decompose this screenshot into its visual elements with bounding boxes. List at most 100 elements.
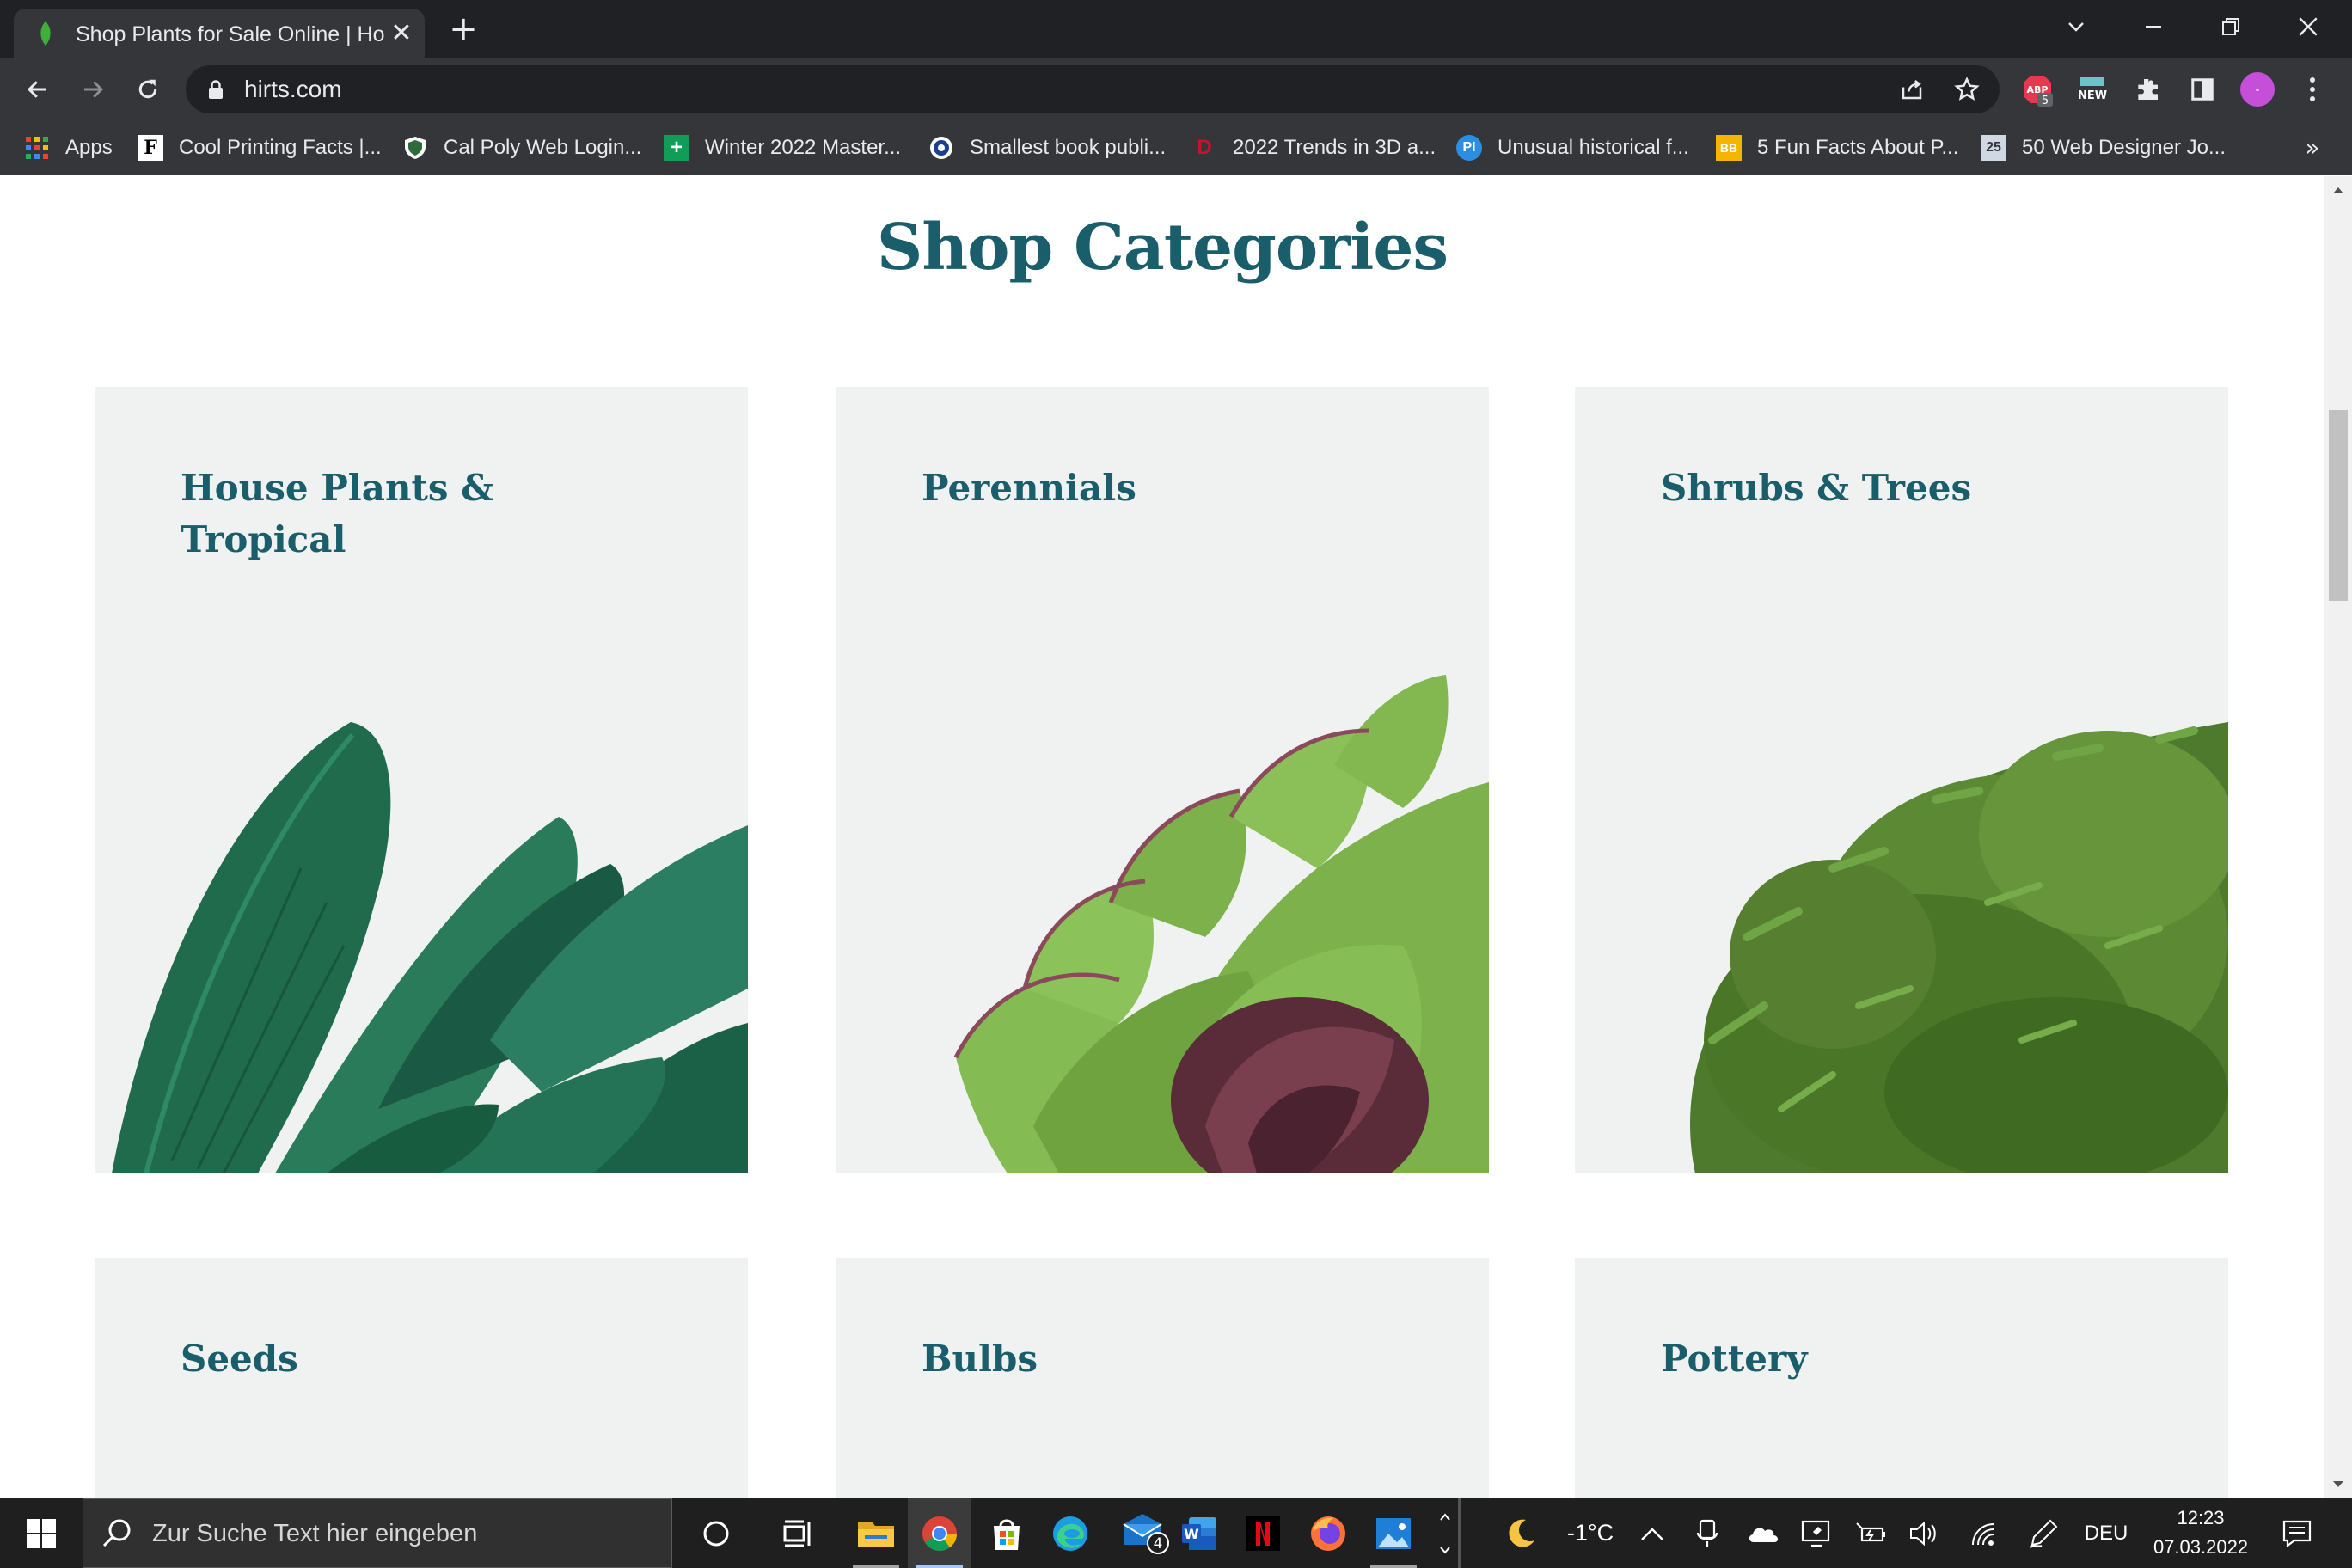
bookmark-winter-2022[interactable]: + Winter 2022 Master... — [664, 129, 901, 167]
new-extension-label: NEW — [2078, 89, 2107, 102]
bookmark-unusual-historical[interactable]: PI Unusual historical f... — [1456, 129, 1689, 167]
weather-temperature[interactable]: -1°C — [1547, 1498, 1633, 1568]
browser-toolbar: hirts.com ABP 5 NEW - — [0, 58, 2352, 120]
category-card-seeds[interactable]: Seeds — [95, 1258, 748, 1498]
windows-taskbar: Zur Suche Text hier eingeben 4 W -1°C DE… — [0, 1498, 2352, 1568]
address-bar[interactable]: hirts.com — [186, 65, 2000, 113]
bookmark-label: Smallest book publi... — [970, 136, 1167, 159]
back-arrow-icon[interactable] — [19, 70, 57, 108]
page-viewport: Shop Categories House Plants & Tropical — [0, 176, 2324, 1498]
profile-avatar-label: - — [2255, 83, 2259, 97]
bb-icon: BB — [1716, 135, 1742, 161]
word-icon[interactable]: W — [1167, 1498, 1231, 1568]
edge-icon[interactable] — [1038, 1498, 1102, 1568]
tab-close-icon[interactable]: ✕ — [385, 17, 418, 50]
search-placeholder: Zur Suche Text hier eingeben — [152, 1520, 478, 1547]
25-icon: 25 — [1981, 135, 2006, 161]
taskbar-divider — [1458, 1498, 1461, 1568]
taskbar-search-box[interactable]: Zur Suche Text hier eingeben — [83, 1498, 672, 1568]
scroll-down-icon[interactable] — [2324, 1471, 2352, 1498]
task-view-icon[interactable] — [765, 1498, 829, 1568]
cortana-icon[interactable] — [684, 1498, 748, 1568]
pen-workspace-icon[interactable] — [2025, 1498, 2061, 1568]
category-title[interactable]: Seeds — [181, 1333, 559, 1385]
taskbar-clock[interactable]: 12:23 07.03.2022 — [2141, 1504, 2261, 1564]
guinness-icon — [928, 135, 954, 161]
category-card-pottery[interactable]: Pottery — [1575, 1258, 2228, 1498]
category-title[interactable]: Shrubs & Trees — [1661, 462, 2039, 514]
tab-search-icon[interactable] — [2037, 0, 2115, 53]
sheets-icon: + — [664, 135, 689, 161]
adblock-extension-icon[interactable]: ABP 5 — [2018, 70, 2056, 108]
category-title[interactable]: Pottery — [1661, 1333, 2039, 1385]
bookmark-label: Winter 2022 Master... — [705, 136, 902, 159]
bookmarks-bar: Apps F Cool Printing Facts |... Cal Poly… — [0, 120, 2352, 175]
profile-avatar[interactable]: - — [2239, 70, 2276, 108]
tab-title: Shop Plants for Sale Online | House Plan… — [76, 22, 385, 46]
new-extension-icon[interactable]: NEW — [2073, 70, 2111, 108]
scrollbar-thumb[interactable] — [2329, 410, 2348, 601]
close-window-icon[interactable] — [2269, 0, 2347, 53]
volume-icon[interactable] — [1907, 1498, 1943, 1568]
photos-icon[interactable] — [1362, 1498, 1425, 1568]
show-hidden-icons-icon[interactable] — [1637, 1498, 1668, 1568]
lock-icon[interactable] — [206, 79, 225, 100]
file-explorer-icon[interactable] — [844, 1498, 908, 1568]
bookmark-label: Apps — [65, 136, 113, 159]
category-title[interactable]: Bulbs — [922, 1333, 1300, 1385]
bookmark-label: Unusual historical f... — [1498, 136, 1689, 159]
pi-icon: PI — [1456, 135, 1482, 161]
category-card-perennials[interactable]: Perennials — [836, 387, 1489, 1173]
bookmark-label: Cal Poly Web Login... — [444, 136, 642, 159]
side-panel-icon[interactable] — [2184, 70, 2221, 108]
share-icon[interactable] — [1896, 74, 1927, 105]
network-icon[interactable] — [1967, 1498, 2003, 1568]
new-tab-button[interactable]: + — [442, 10, 485, 50]
bookmark-2022-trends[interactable]: D 2022 Trends in 3D a... — [1191, 129, 1436, 167]
battery-icon[interactable] — [1853, 1498, 1890, 1568]
category-title[interactable]: Perennials — [922, 462, 1300, 514]
page-scrollbar[interactable] — [2324, 176, 2352, 1498]
firefox-icon[interactable] — [1296, 1498, 1360, 1568]
taskbar-scroll-icon[interactable] — [1430, 1498, 1460, 1568]
restore-icon[interactable] — [2192, 0, 2269, 53]
page-heading: Shop Categories — [876, 211, 1449, 285]
onedrive-icon[interactable] — [1745, 1498, 1781, 1568]
minimize-icon[interactable] — [2115, 0, 2192, 53]
browser-titlebar: Shop Plants for Sale Online | House Plan… — [0, 0, 2352, 58]
bookmark-smallest-book[interactable]: Smallest book publi... — [928, 129, 1166, 167]
bookmark-label: 2022 Trends in 3D a... — [1233, 136, 1436, 159]
reload-icon[interactable] — [129, 70, 167, 108]
chrome-taskbar-icon[interactable] — [908, 1498, 971, 1568]
scroll-up-icon[interactable] — [2324, 176, 2352, 204]
windows-start-icon[interactable] — [0, 1498, 83, 1568]
bookmark-cal-poly[interactable]: Cal Poly Web Login... — [402, 129, 641, 167]
forward-arrow-icon[interactable] — [74, 70, 112, 108]
display-settings-icon[interactable] — [1798, 1498, 1834, 1568]
moon-weather-icon[interactable] — [1501, 1498, 1540, 1568]
input-language[interactable]: DEU — [2080, 1498, 2132, 1568]
active-tab[interactable]: Shop Plants for Sale Online | House Plan… — [14, 9, 425, 58]
notifications-icon[interactable] — [2271, 1498, 2323, 1568]
f-icon: F — [138, 135, 163, 161]
bookmarks-overflow-icon[interactable]: » — [2297, 132, 2328, 163]
d-icon: D — [1197, 136, 1212, 159]
bookmark-label: 50 Web Designer Jo... — [2022, 136, 2226, 159]
microsoft-store-icon[interactable] — [975, 1498, 1038, 1568]
bookmark-5-fun-facts[interactable]: BB 5 Fun Facts About P... — [1716, 129, 1958, 167]
category-card-bulbs[interactable]: Bulbs — [836, 1258, 1489, 1498]
bookmark-cool-printing[interactable]: F Cool Printing Facts |... — [138, 129, 382, 167]
bookmark-50-web-designer[interactable]: 25 50 Web Designer Jo... — [1981, 129, 2226, 167]
url-text[interactable]: hirts.com — [244, 74, 342, 105]
bookmark-label: Cool Printing Facts |... — [179, 136, 382, 159]
bookmark-apps[interactable]: Apps — [24, 129, 113, 167]
puzzle-extensions-icon[interactable] — [2128, 70, 2166, 108]
bookmark-star-icon[interactable] — [1951, 74, 1982, 105]
category-card-shrubs-trees[interactable]: Shrubs & Trees — [1575, 387, 2228, 1173]
netflix-icon[interactable] — [1231, 1498, 1295, 1568]
category-card-house-plants[interactable]: House Plants & Tropical — [95, 387, 748, 1173]
kebab-menu-icon[interactable] — [2294, 70, 2331, 108]
meet-now-icon[interactable] — [1692, 1498, 1723, 1568]
bookmark-label: 5 Fun Facts About P... — [1757, 136, 1959, 159]
category-title[interactable]: House Plants & Tropical — [181, 462, 559, 566]
